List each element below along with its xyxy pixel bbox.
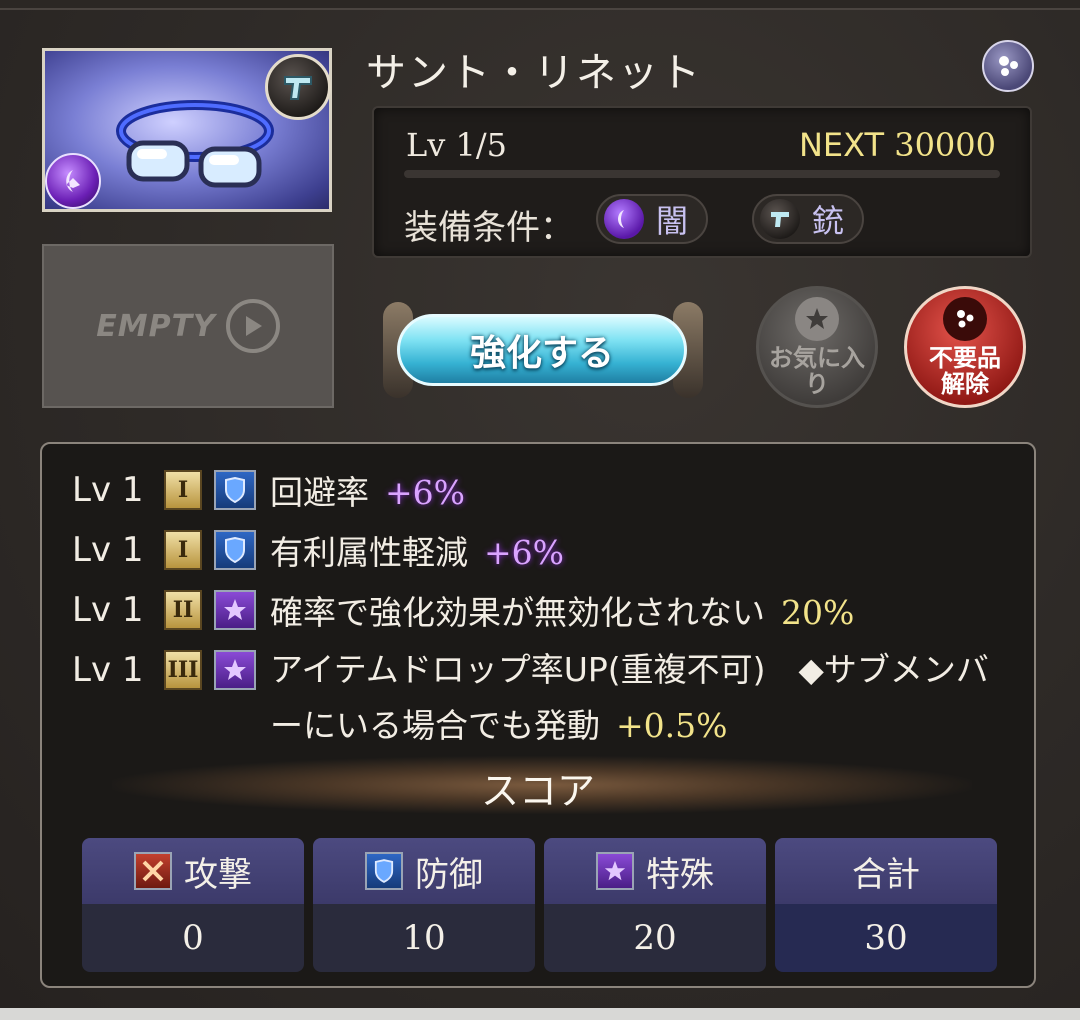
score-special-label: 特殊 <box>646 854 714 895</box>
skill-row: Lv 1 I 回避率 +6% <box>72 470 465 516</box>
skill-value: +6% <box>484 533 565 572</box>
tier-badge: I <box>164 530 202 570</box>
item-level: Lv 1/5 <box>406 126 507 164</box>
weapon-requirement-text: 銃 <box>812 202 845 240</box>
score-title: スコア <box>480 769 595 813</box>
play-icon <box>225 299 280 353</box>
gun-icon <box>760 199 800 239</box>
skills-panel: Lv 1 I 回避率 +6% Lv 1 I 有利属性軽減 +6% Lv 1 II 確… <box>40 442 1036 988</box>
score-defense: 防御 10 <box>313 838 535 972</box>
next-value: 30000 <box>894 126 996 164</box>
unmark-junk-label-2: 解除 <box>941 370 989 398</box>
star-icon <box>596 852 634 890</box>
score-attack-label: 攻撃 <box>184 854 252 895</box>
element-requirement: 闇 <box>596 194 709 244</box>
skill-row: Lv 1 I 有利属性軽減 +6% <box>72 530 564 576</box>
star-icon <box>214 650 256 690</box>
skill-description: 有利属性軽減 +6% <box>270 530 564 576</box>
score-defense-header: 防御 <box>313 838 535 904</box>
exp-bar <box>404 170 1000 178</box>
equipment-detail-panel: EMPTY サント・リネット Lv 1/5 NEXT 30000 装備条件： 闇 <box>0 8 1080 1010</box>
skill-value: +6% <box>385 473 466 512</box>
skill-value: 20% <box>781 593 855 632</box>
favorite-button[interactable]: お気に入り <box>756 286 878 408</box>
favorite-label: お気に入り <box>769 344 865 398</box>
star-icon <box>214 590 256 630</box>
next-exp: NEXT 30000 <box>799 126 996 164</box>
star-icon <box>795 297 839 341</box>
weapon-requirement: 銃 <box>752 194 865 244</box>
skill-level: Lv 1 <box>72 650 144 690</box>
skill-description: 回避率 +6% <box>270 470 465 516</box>
sparkle-icon[interactable] <box>982 40 1034 92</box>
skill-row: Lv 1 III アイテムドロップ率UP(重複不可) ◆サブメンバーにいる場合で… <box>72 650 990 754</box>
enhance-button[interactable]: 強化する <box>383 302 703 402</box>
score-special: 特殊 20 <box>544 838 766 972</box>
score-total-value: 30 <box>775 904 997 972</box>
skill-row: Lv 1 II 確率で強化効果が無効化されない 20% <box>72 590 854 636</box>
score-defense-label: 防御 <box>415 854 483 895</box>
skill-level: Lv 1 <box>72 590 144 630</box>
score-total-label: 合計 <box>852 854 920 895</box>
next-label: NEXT <box>798 126 885 164</box>
dark-element-icon <box>45 153 101 209</box>
unmark-junk-label-1: 不要品 <box>929 344 1001 372</box>
skill-level: Lv 1 <box>72 530 144 570</box>
tier-badge: III <box>164 650 202 690</box>
score-defense-value: 10 <box>313 904 535 972</box>
bottom-strip <box>0 1008 1080 1020</box>
skill-text: 確率で強化効果が無効化されない <box>270 593 765 632</box>
crossed-swords-icon <box>134 852 172 890</box>
shield-icon <box>214 470 256 510</box>
empty-slot[interactable]: EMPTY <box>42 244 334 408</box>
equip-requirement-label: 装備条件： <box>404 208 574 248</box>
score-special-header: 特殊 <box>544 838 766 904</box>
skill-text: 有利属性軽減 <box>270 533 468 572</box>
sparkle-icon <box>943 297 987 341</box>
element-requirement-text: 闇 <box>656 202 689 240</box>
skill-level: Lv 1 <box>72 470 144 510</box>
dark-element-icon <box>604 199 644 239</box>
score-total: 合計 30 <box>775 838 997 972</box>
unmark-junk-button[interactable]: 不要品 解除 <box>904 286 1026 408</box>
skill-description: 確率で強化効果が無効化されない 20% <box>270 590 854 636</box>
enhance-button-label: 強化する <box>397 314 687 386</box>
tier-badge: I <box>164 470 202 510</box>
gun-icon <box>265 54 331 120</box>
item-name: サント・リネット <box>366 50 702 96</box>
score-total-header: 合計 <box>775 838 997 904</box>
tier-badge: II <box>164 590 202 630</box>
item-info-box: Lv 1/5 NEXT 30000 装備条件： 闇 銃 <box>372 106 1032 258</box>
score-special-value: 20 <box>544 904 766 972</box>
skill-description: アイテムドロップ率UP(重複不可) ◆サブメンバーにいる場合でも発動 +0.5% <box>270 642 990 754</box>
shield-icon <box>365 852 403 890</box>
skill-value: +0.5% <box>616 706 728 745</box>
skill-text: 回避率 <box>270 473 369 512</box>
empty-slot-label: EMPTY <box>96 308 216 344</box>
score-attack: 攻撃 0 <box>82 838 304 972</box>
score-attack-value: 0 <box>82 904 304 972</box>
shield-icon <box>214 530 256 570</box>
score-attack-header: 攻撃 <box>82 838 304 904</box>
goggles-icon <box>116 100 274 188</box>
